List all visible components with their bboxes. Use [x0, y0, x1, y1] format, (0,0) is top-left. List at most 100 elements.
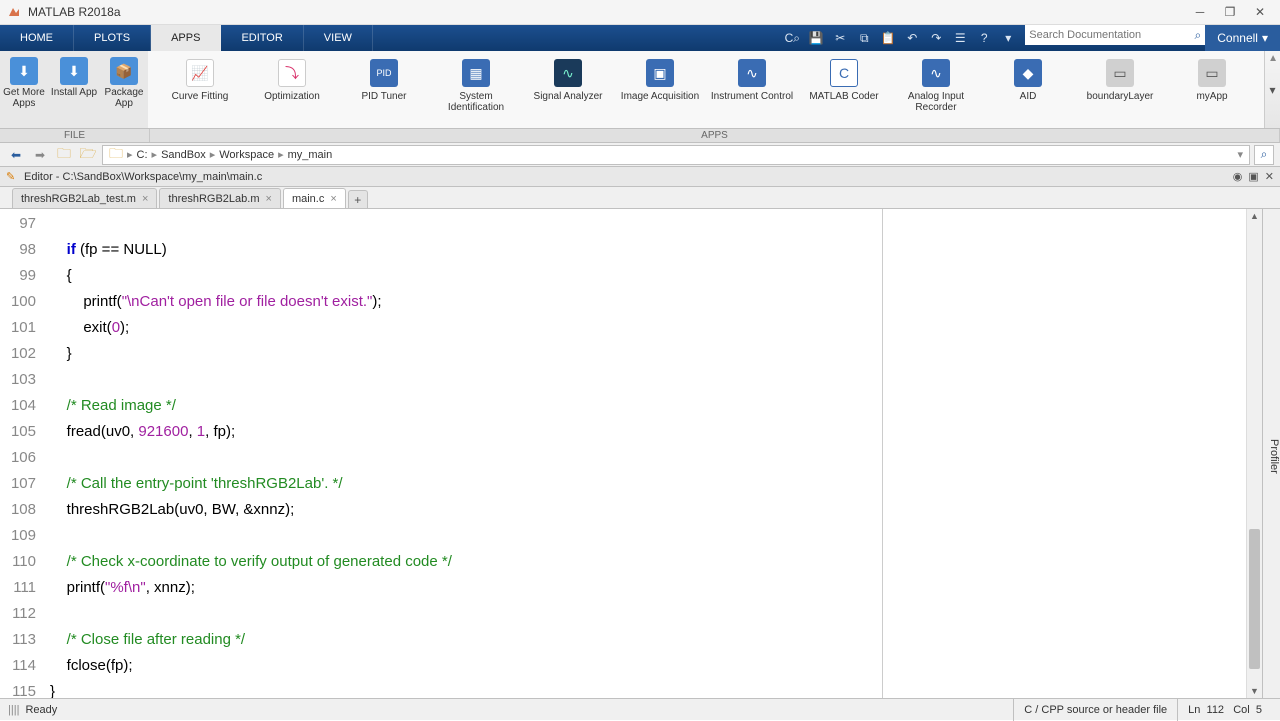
ribbon-tab-apps[interactable]: APPS	[151, 25, 221, 51]
file-tab-close-icon[interactable]: ×	[142, 193, 148, 205]
line-number: 105	[0, 419, 36, 445]
window-title: MATLAB R2018a	[28, 5, 1186, 19]
browse-folder-icon[interactable]: 🗁	[78, 145, 98, 165]
file-tab[interactable]: threshRGB2Lab.m×	[159, 188, 281, 208]
copy-icon[interactable]: ⧉	[855, 29, 873, 47]
path-drive[interactable]: C:	[137, 149, 148, 161]
profiler-sidebar-tab[interactable]: Profiler	[1262, 209, 1280, 698]
save-icon[interactable]: 💾	[807, 29, 825, 47]
switch-windows-icon[interactable]: ☰	[951, 29, 969, 47]
back-button[interactable]: ⬅	[6, 145, 26, 165]
app-pid-tuner[interactable]: PID PID Tuner	[342, 59, 426, 102]
code-line[interactable]: if (fp == NULL)	[50, 237, 1246, 263]
new-file-tab-button[interactable]: +	[348, 190, 368, 208]
app-icon: ∿	[738, 59, 766, 87]
editor-split-line[interactable]	[882, 209, 883, 698]
app-icon: ▭	[1106, 59, 1134, 87]
app-myapp[interactable]: ▭ myApp	[1170, 59, 1254, 102]
ribbon-tab-editor[interactable]: EDITOR	[221, 25, 303, 51]
app-matlab-coder[interactable]: C MATLAB Coder	[802, 59, 886, 102]
ribbon-collapse-icon[interactable]: ▲	[1268, 53, 1278, 64]
search-input[interactable]	[1029, 29, 1194, 41]
ribbon-tab-view[interactable]: VIEW	[304, 25, 373, 51]
app-icon: ▭	[1198, 59, 1226, 87]
code-line[interactable]	[50, 523, 1246, 549]
app-boundarylayer[interactable]: ▭ boundaryLayer	[1078, 59, 1162, 102]
path-seg-0[interactable]: SandBox	[161, 149, 206, 161]
status-line-col: Ln 112 Col 5	[1177, 699, 1272, 721]
code-line[interactable]: threshRGB2Lab(uv0, BW, &xnnz);	[50, 497, 1246, 523]
code-line[interactable]: /* Read image */	[50, 393, 1246, 419]
status-ready: Ready	[25, 704, 57, 716]
redo-icon[interactable]: ↷	[927, 29, 945, 47]
address-search-button[interactable]: ⌕	[1254, 145, 1274, 165]
app-label: AID	[1020, 91, 1037, 102]
code-line[interactable]: printf("\nCan't open file or file doesn'…	[50, 289, 1246, 315]
close-button[interactable]: ✕	[1246, 2, 1274, 22]
forward-button[interactable]: ➡	[30, 145, 50, 165]
quick-access-toolbar: C⌕ 💾 ✂ ⧉ 📋 ↶ ↷ ☰ ? ▾	[775, 25, 1025, 51]
code-line[interactable]	[50, 601, 1246, 627]
path-seg-2[interactable]: my_main	[288, 149, 333, 161]
editor-close-icon[interactable]: ✕	[1265, 170, 1274, 183]
find-files-icon[interactable]: C⌕	[783, 29, 801, 47]
code-line[interactable]	[50, 367, 1246, 393]
search-icon[interactable]: ⌕	[1195, 28, 1202, 43]
file-action-0[interactable]: ⬇ Get More Apps	[0, 57, 48, 109]
minimize-button[interactable]: ─	[1186, 2, 1214, 22]
code-line[interactable]: printf("%f\n", xnnz);	[50, 575, 1246, 601]
ribbon-tab-home[interactable]: HOME	[0, 25, 74, 51]
paste-icon[interactable]: 📋	[879, 29, 897, 47]
vertical-scrollbar[interactable]: ▲ ▼	[1246, 209, 1262, 698]
code-line[interactable]: /* Close file after reading */	[50, 627, 1246, 653]
app-signal-analyzer[interactable]: ∿ Signal Analyzer	[526, 59, 610, 102]
code-line[interactable]: fread(uv0, 921600, 1, fp);	[50, 419, 1246, 445]
maximize-button[interactable]: ❐	[1216, 2, 1244, 22]
editor-dock-icon[interactable]: ▣	[1248, 170, 1258, 183]
qa-dropdown-icon[interactable]: ▾	[999, 29, 1017, 47]
code-line[interactable]: exit(0);	[50, 315, 1246, 341]
file-action-2[interactable]: 📦 Package App	[100, 57, 148, 109]
code-line[interactable]	[50, 445, 1246, 471]
path-seg-1[interactable]: Workspace	[219, 149, 274, 161]
code-area[interactable]: if (fp == NULL) { printf("\nCan't open f…	[42, 209, 1246, 698]
editor-actions-icon[interactable]: ◉	[1233, 170, 1243, 183]
file-tab[interactable]: threshRGB2Lab_test.m×	[12, 188, 157, 208]
file-tab[interactable]: main.c ×	[283, 188, 346, 208]
up-folder-icon[interactable]: 🗀	[54, 145, 74, 165]
line-number: 112	[0, 601, 36, 627]
app-system-identification[interactable]: ▦ System Identification	[434, 59, 518, 113]
file-tab-close-icon[interactable]: ×	[330, 193, 336, 205]
path-dropdown-icon[interactable]: ▾	[1237, 148, 1243, 161]
app-aid[interactable]: ◆ AID	[986, 59, 1070, 102]
file-tab-close-icon[interactable]: ×	[266, 193, 272, 205]
code-line[interactable]: {	[50, 263, 1246, 289]
code-line[interactable]: fclose(fp);	[50, 653, 1246, 679]
ribbon-tab-plots[interactable]: PLOTS	[74, 25, 151, 51]
file-action-1[interactable]: ⬇ Install App	[50, 57, 98, 98]
app-icon: 📈	[186, 59, 214, 87]
search-documentation[interactable]: ⌕	[1025, 25, 1205, 45]
undo-icon[interactable]: ↶	[903, 29, 921, 47]
scroll-thumb[interactable]	[1249, 529, 1260, 669]
app-icon: ▣	[646, 59, 674, 87]
current-folder-path[interactable]: 🗀 ▸ C: ▸ SandBox ▸ Workspace ▸ my_main ▾	[102, 145, 1250, 165]
code-line[interactable]	[50, 211, 1246, 237]
code-line[interactable]: /* Check x-coordinate to verify output o…	[50, 549, 1246, 575]
code-line[interactable]: }	[50, 341, 1246, 367]
scroll-down-arrow[interactable]: ▼	[1247, 684, 1262, 698]
ribbon: ⬇ Get More Apps⬇ Install App📦 Package Ap…	[0, 51, 1280, 129]
code-line[interactable]: /* Call the entry-point 'threshRGB2Lab'.…	[50, 471, 1246, 497]
app-optimization[interactable]: ⤵ Optimization	[250, 59, 334, 102]
editor-area[interactable]: 9798991001011021031041051061071081091101…	[0, 209, 1262, 698]
cut-icon[interactable]: ✂	[831, 29, 849, 47]
scroll-up-arrow[interactable]: ▲	[1247, 209, 1262, 223]
app-image-acquisition[interactable]: ▣ Image Acquisition	[618, 59, 702, 102]
file-tab-name: main.c	[292, 193, 324, 205]
app-instrument-control[interactable]: ∿ Instrument Control	[710, 59, 794, 102]
help-icon[interactable]: ?	[975, 29, 993, 47]
app-curve-fitting[interactable]: 📈 Curve Fitting	[158, 59, 242, 102]
app-analog-input-recorder[interactable]: ∿ Analog Input Recorder	[894, 59, 978, 113]
code-line[interactable]: }	[50, 679, 1246, 698]
login-button[interactable]: Connell ▾	[1205, 25, 1280, 51]
